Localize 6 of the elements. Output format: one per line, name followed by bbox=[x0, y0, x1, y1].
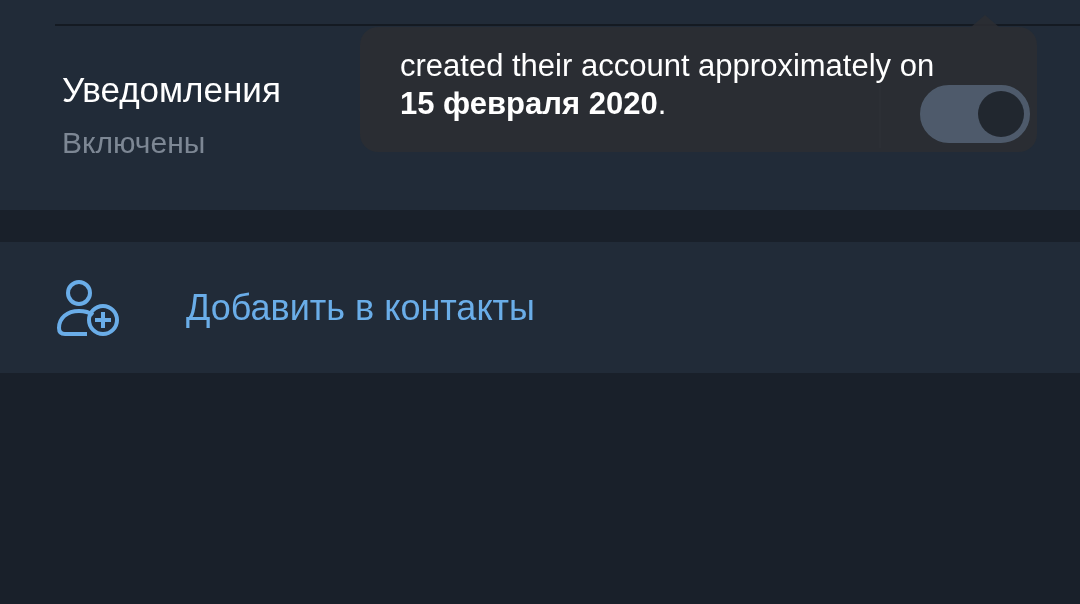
tooltip-text: created their account approximately on 15 февраля 2020. bbox=[400, 48, 935, 121]
notifications-status: Включены bbox=[62, 126, 207, 160]
add-contact-link[interactable]: Добавить в контакты bbox=[186, 286, 535, 329]
notifications-toggle[interactable] bbox=[920, 85, 1030, 143]
add-user-icon bbox=[55, 277, 121, 338]
notifications-label: Уведомления bbox=[62, 70, 281, 110]
